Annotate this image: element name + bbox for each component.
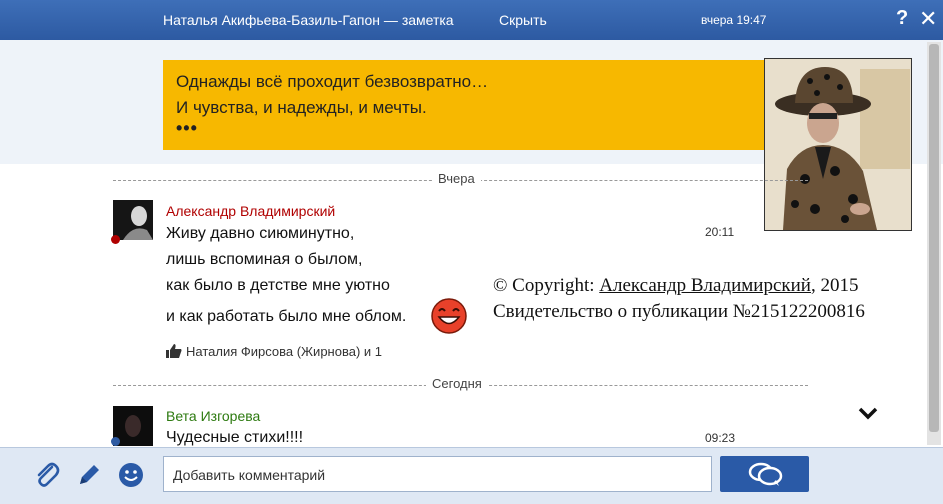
comment-time: 09:23 [705, 431, 736, 445]
copyright-year: , 2015 [810, 275, 859, 296]
comment-input[interactable]: Добавить комментарий [163, 456, 712, 492]
note-bubble: Однажды всё проходит безвозвратно… И чув… [163, 60, 775, 150]
comment-text: Живу давно сиюминутно, лишь вспоминая о … [166, 221, 406, 330]
comment-author[interactable]: Вета Изгорева [166, 408, 260, 424]
help-icon[interactable]: ? [896, 7, 908, 30]
pencil-icon[interactable] [74, 460, 104, 490]
comment-line: Живу давно сиюминутно, [166, 225, 355, 242]
speech-bubbles-icon [748, 462, 783, 486]
status-dot [111, 235, 120, 244]
author-photo[interactable] [764, 58, 912, 231]
scrollbar-thumb[interactable] [929, 44, 939, 432]
comment-line: лишь вспоминая о былом, [166, 251, 363, 268]
copyright-line: © Copyright: Александр Владимирский, 201… [493, 273, 928, 299]
copyright-prefix: © Copyright: [493, 275, 600, 296]
send-button[interactable] [720, 456, 809, 492]
paperclip-icon[interactable] [32, 460, 62, 490]
avatar-image [113, 200, 153, 240]
comment-line: и как работать было мне облом. [166, 308, 407, 325]
post-time: вчера 19:47 [701, 13, 767, 27]
author-photo-image [765, 59, 911, 230]
avatar[interactable] [113, 200, 153, 240]
likes-row[interactable]: Наталия Фирсова (Жирнова) и 1 [166, 344, 382, 359]
laughing-emoji-icon [431, 298, 467, 334]
copyright-author-link[interactable]: Александр Владимирский [599, 275, 811, 296]
comment-time: 20:11 [705, 225, 735, 239]
comment-author[interactable]: Александр Владимирский [166, 203, 335, 219]
note-line-1: Однажды всё проходит безвозвратно… [176, 72, 489, 91]
title-bar: Наталья Акифьева-Базиль-Гапон — заметка … [0, 0, 943, 40]
comment-line: как было в детстве мне уютно [166, 277, 390, 294]
smiley-icon[interactable] [116, 460, 146, 490]
separator-yesterday-label: Вчера [432, 171, 481, 186]
hide-link[interactable]: Скрыть [499, 12, 547, 28]
thumbs-up-icon [166, 344, 182, 358]
status-dot [111, 437, 120, 446]
likes-text: Наталия Фирсова (Жирнова) и 1 [186, 344, 382, 359]
note-more-dots[interactable]: ••• [176, 119, 775, 137]
chevron-down-icon[interactable] [858, 407, 878, 421]
copyright-notice: © Copyright: Александр Владимирский, 201… [488, 268, 928, 338]
comment-composer: Добавить комментарий [0, 447, 943, 504]
window-title: Наталья Акифьева-Базиль-Гапон — заметка [163, 12, 454, 28]
separator-today-label: Сегодня [426, 376, 488, 391]
note-line-2: И чувства, и надежды, и мечты. [176, 98, 427, 117]
certificate-line: Свидетельство о публикации №215122200816 [493, 301, 865, 322]
close-icon[interactable]: ✕ [919, 6, 937, 32]
